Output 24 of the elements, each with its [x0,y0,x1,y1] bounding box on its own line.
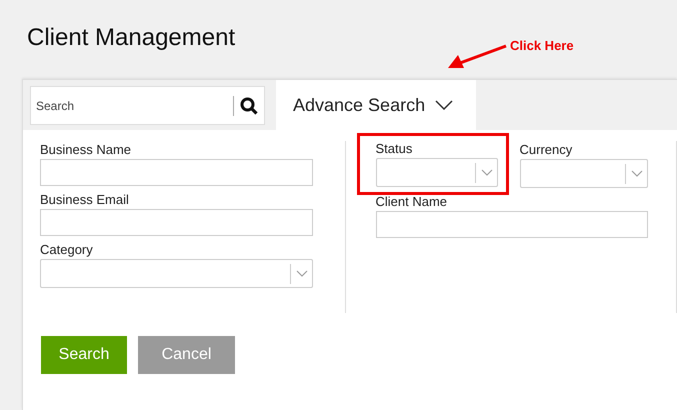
field-label: Currency [520,141,574,159]
search-field[interactable]: Search [30,86,265,125]
input-field[interactable] [376,211,648,238]
input-field[interactable] [40,209,312,236]
cancel-button[interactable]: Cancel [138,336,235,374]
chevron-icon [480,169,492,176]
field-label: Business Email [40,191,130,209]
chevron-icon [631,170,643,177]
field-label: Business Name [40,141,132,159]
input-field[interactable] [40,159,312,186]
advance-search-tab[interactable]: Advance Search [276,80,476,130]
field-label: Status [376,140,414,158]
chevron-icon [435,100,454,110]
dropdown[interactable] [520,159,648,188]
search-button[interactable]: Search [41,336,127,374]
dropdown[interactable] [40,259,312,288]
dropdown[interactable] [376,158,498,187]
page-title: Client Management [27,23,236,52]
annotation-arrow [448,44,508,70]
search-icon[interactable] [240,97,258,115]
annotation-text: Click Here [510,38,574,53]
field-label: Category [40,241,94,259]
chevron-icon [296,270,308,277]
field-label: Client Name [376,193,448,211]
